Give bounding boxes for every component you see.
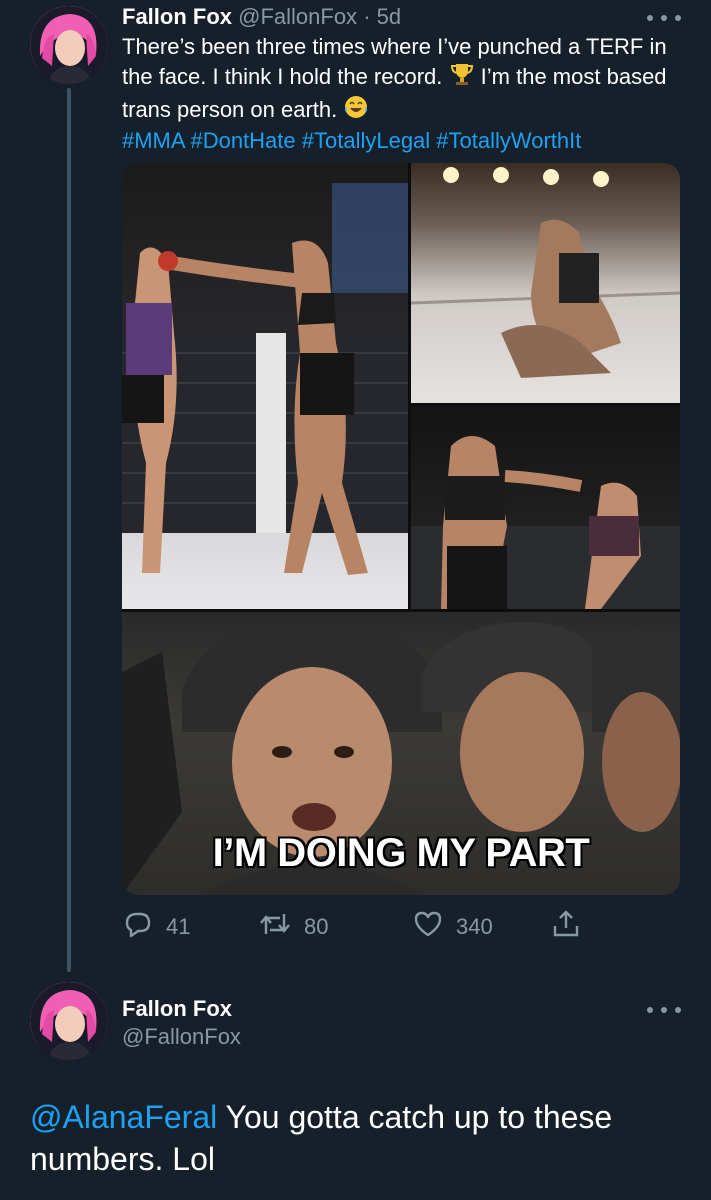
share-button[interactable] — [550, 910, 582, 944]
trophy-icon — [449, 61, 475, 94]
tweet-action-bar: 41 80 340 — [122, 910, 592, 944]
share-icon — [550, 908, 582, 946]
soldiers-meme-photo[interactable]: I’M DOING MY PART — [122, 612, 680, 895]
reply-user-handle[interactable]: @FallonFox — [122, 1023, 241, 1051]
user-handle[interactable]: @FallonFox — [238, 4, 357, 29]
meme-caption: I’M DOING MY PART — [212, 831, 590, 875]
hashtags-link[interactable]: #MMA #DontHate #TotallyLegal #TotallyWor… — [122, 128, 581, 153]
thread-line — [67, 88, 71, 972]
mma-ground-fight-photo[interactable] — [411, 163, 680, 403]
reply-text: @AlanaFeral You gotta catch up to these … — [30, 1096, 690, 1180]
reply-display-name[interactable]: Fallon Fox — [122, 995, 232, 1023]
like-button[interactable]: 340 — [412, 910, 493, 944]
display-name[interactable]: Fallon Fox — [122, 4, 232, 29]
mma-punch-photo[interactable] — [411, 406, 680, 609]
avatar[interactable] — [30, 6, 108, 84]
more-options-icon[interactable] — [647, 8, 681, 28]
mma-fight-photo[interactable] — [122, 163, 408, 609]
reply-button[interactable]: 41 — [122, 910, 190, 944]
tears-of-joy-icon — [343, 94, 369, 127]
mention-link[interactable]: @AlanaFeral — [30, 1099, 217, 1135]
retweet-icon — [258, 908, 292, 946]
tweet-media-grid[interactable]: I’M DOING MY PART — [122, 163, 680, 895]
reply-count: 41 — [166, 914, 191, 939]
like-count: 340 — [456, 914, 493, 939]
tweet-header: Fallon Fox @FallonFox · 5d — [122, 3, 401, 31]
reply-icon — [122, 908, 154, 946]
separator-dot: · — [363, 4, 371, 29]
timestamp[interactable]: 5d — [377, 4, 401, 29]
heart-icon — [412, 908, 444, 946]
retweet-button[interactable]: 80 — [258, 910, 328, 944]
reply-more-options-icon[interactable] — [647, 1000, 681, 1020]
retweet-count: 80 — [304, 914, 329, 939]
reply-avatar[interactable] — [30, 982, 108, 1060]
tweet-text: There’s been three times where I’ve punc… — [122, 33, 682, 155]
